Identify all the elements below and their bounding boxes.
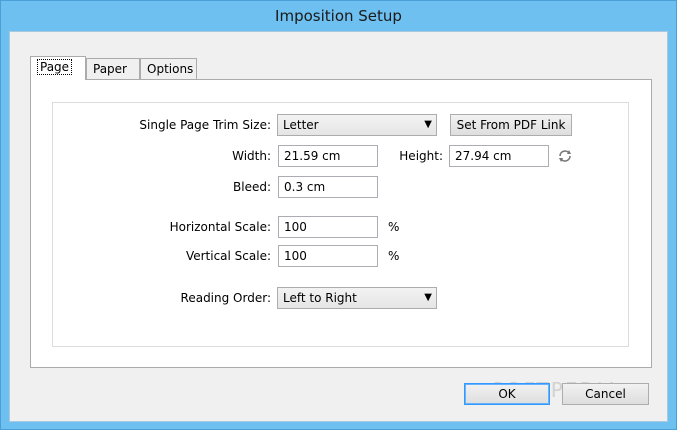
cancel-button[interactable]: Cancel <box>562 383 649 405</box>
tab-options-label: Options <box>147 62 194 76</box>
width-label: Width: <box>232 149 271 163</box>
vertical-scale-unit: % <box>388 249 400 263</box>
tab-options[interactable]: Options <box>140 58 197 79</box>
tab-paper-label: Paper <box>93 62 127 76</box>
swap-dimensions-icon[interactable] <box>557 148 573 164</box>
bleed-label: Bleed: <box>233 180 271 194</box>
tab-page[interactable]: Page <box>30 56 86 80</box>
height-input[interactable]: 27.94 cm <box>449 145 549 167</box>
trim-size-label: Single Page Trim Size: <box>139 118 271 132</box>
chevron-down-icon: ▼ <box>424 119 432 130</box>
set-from-pdf-link-button[interactable]: Set From PDF Link <box>450 114 572 136</box>
trim-size-select[interactable]: Letter ▼ <box>277 114 437 136</box>
horizontal-scale-label: Horizontal Scale: <box>169 220 271 234</box>
bleed-input[interactable]: 0.3 cm <box>278 176 378 198</box>
height-label: Height: <box>399 149 443 163</box>
ok-button[interactable]: OK <box>464 383 550 405</box>
vertical-scale-label: Vertical Scale: <box>185 249 271 263</box>
width-input[interactable]: 21.59 cm <box>278 145 378 167</box>
reading-order-label: Reading Order: <box>180 291 271 305</box>
window-title: Imposition Setup <box>275 7 402 25</box>
dialog-window: Imposition Setup Page Paper Options Sing… <box>0 0 677 430</box>
vertical-scale-input[interactable]: 100 <box>278 245 378 267</box>
reading-order-select[interactable]: Left to Right ▼ <box>277 287 437 309</box>
tab-page-label: Page <box>37 59 73 75</box>
trim-size-value: Letter <box>283 118 319 132</box>
chevron-down-icon: ▼ <box>424 292 432 303</box>
horizontal-scale-input[interactable]: 100 <box>278 216 378 238</box>
reading-order-value: Left to Right <box>283 291 357 305</box>
tab-paper[interactable]: Paper <box>86 58 140 79</box>
horizontal-scale-unit: % <box>388 220 400 234</box>
